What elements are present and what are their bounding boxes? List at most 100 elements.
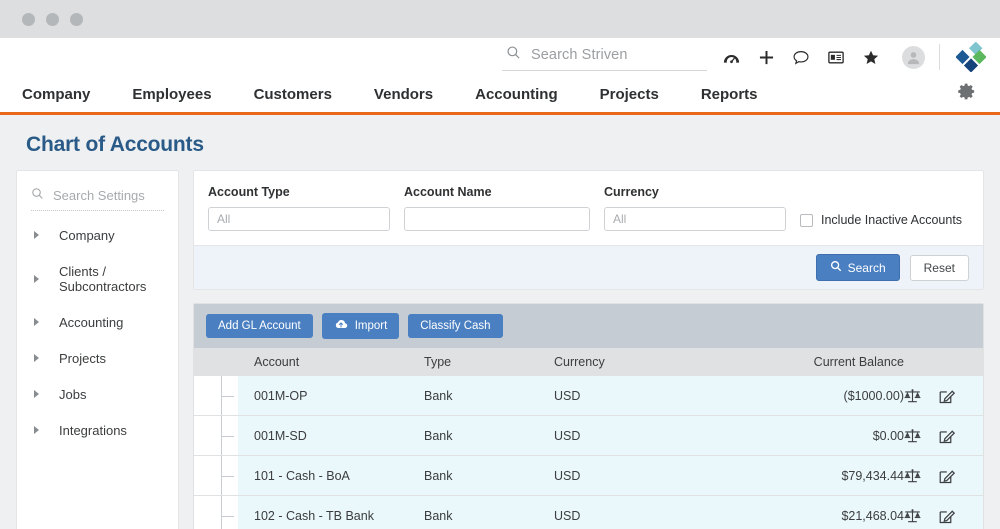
nav-item-projects[interactable]: Projects: [579, 86, 680, 103]
chat-icon[interactable]: [793, 50, 809, 65]
window-maximize-button[interactable]: [70, 12, 83, 26]
edit-icon[interactable]: [939, 468, 955, 484]
sidebar-item-clients-subcontractors[interactable]: Clients / Subcontractors: [17, 253, 178, 304]
edit-icon[interactable]: [939, 388, 955, 404]
sidebar-item-label: Projects: [59, 350, 106, 366]
top-utility-bar: Search Striven: [0, 38, 1000, 76]
sidebar-item-label: Integrations: [59, 422, 127, 438]
nav-item-vendors[interactable]: Vendors: [353, 86, 454, 103]
edit-icon[interactable]: [939, 428, 955, 444]
search-icon: [31, 187, 44, 203]
account-name-field: Account Name: [404, 185, 590, 231]
global-search[interactable]: Search Striven: [502, 43, 707, 71]
add-icon[interactable]: [759, 50, 774, 65]
column-header-current-balance[interactable]: Current Balance: [704, 355, 904, 369]
account-type-label: Account Type: [208, 185, 290, 199]
filter-panel: Account Type Account Name Currency Inclu…: [193, 170, 984, 290]
filter-fields-row: Account Type Account Name Currency Inclu…: [194, 171, 983, 245]
chevron-right-icon: [34, 274, 39, 283]
cell-type: Bank: [424, 468, 453, 483]
favorites-icon[interactable]: [863, 50, 879, 65]
cell-currency: USD: [554, 468, 581, 483]
striven-logo[interactable]: [955, 41, 987, 73]
add-gl-account-button[interactable]: Add GL Account: [206, 314, 313, 338]
classify-cash-label: Classify Cash: [420, 320, 491, 332]
search-icon: [830, 260, 842, 275]
cell-type: Bank: [424, 508, 453, 523]
search-button[interactable]: Search: [815, 254, 900, 281]
top-icon-group: [723, 45, 925, 69]
column-header-type[interactable]: Type: [424, 355, 554, 369]
sidebar-search[interactable]: Search Settings: [31, 187, 164, 211]
balance-scale-icon[interactable]: [904, 508, 921, 524]
tree-gutter: [194, 376, 238, 415]
sidebar-item-projects[interactable]: Projects: [17, 340, 178, 376]
gear-icon[interactable]: [957, 82, 976, 106]
balance-scale-icon[interactable]: [904, 428, 921, 444]
sidebar-item-integrations[interactable]: Integrations: [17, 412, 178, 448]
chevron-right-icon: [34, 231, 39, 239]
cell-actions: [904, 428, 983, 444]
account-type-field: Account Type: [208, 185, 390, 231]
window-close-button[interactable]: [22, 12, 35, 26]
cell-currency: USD: [554, 428, 581, 443]
balance-scale-icon[interactable]: [904, 388, 921, 404]
sidebar-item-jobs[interactable]: Jobs: [17, 376, 178, 412]
table-row[interactable]: 001M-OP Bank USD ($1000.00): [194, 376, 983, 416]
include-inactive-accounts-row[interactable]: Include Inactive Accounts: [800, 213, 962, 231]
balance-scale-icon[interactable]: [904, 468, 921, 484]
include-inactive-accounts-checkbox[interactable]: [800, 213, 813, 227]
divider: [939, 44, 940, 70]
card-icon[interactable]: [828, 51, 844, 64]
account-type-input[interactable]: [208, 207, 390, 231]
cell-current-balance: $0.00: [872, 428, 904, 443]
edit-icon[interactable]: [939, 508, 955, 524]
nav-item-employees[interactable]: Employees: [111, 86, 232, 103]
import-button[interactable]: Import: [321, 313, 400, 339]
dashboard-icon[interactable]: [723, 50, 740, 65]
window-titlebar: [0, 0, 1000, 38]
sidebar-item-label: Clients / Subcontractors: [59, 263, 147, 294]
table-row[interactable]: 102 - Cash - TB Bank Bank USD $21,468.04: [194, 496, 983, 529]
table-body: 001M-OP Bank USD ($1000.00) 001M-SD Bank USD $0…: [194, 376, 983, 529]
nav-item-reports[interactable]: Reports: [680, 86, 779, 103]
search-button-label: Search: [847, 260, 886, 275]
avatar[interactable]: [902, 45, 925, 69]
chevron-right-icon: [34, 426, 39, 434]
account-name-input[interactable]: [404, 207, 590, 231]
currency-field: Currency: [604, 185, 786, 231]
cell-actions: [904, 388, 983, 404]
sidebar-item-label: Accounting: [59, 314, 124, 330]
table-header-row: Account Type Currency Current Balance: [194, 348, 983, 376]
tree-gutter: [194, 416, 238, 455]
currency-label: Currency: [604, 185, 659, 199]
currency-input[interactable]: [604, 207, 786, 231]
include-inactive-accounts-label: Include Inactive Accounts: [821, 213, 963, 227]
tree-gutter: [194, 456, 238, 495]
nav-item-customers[interactable]: Customers: [233, 86, 353, 103]
column-header-account[interactable]: Account: [194, 355, 424, 369]
table-toolbar: Add GL Account Import Classify Cash: [194, 304, 983, 348]
application-window: Search Striven Company Employees Custome…: [0, 0, 1000, 529]
window-minimize-button[interactable]: [46, 12, 59, 26]
column-header-currency[interactable]: Currency: [554, 355, 704, 369]
main-navigation: Company Employees Customers Vendors Acco…: [0, 76, 1000, 115]
tree-gutter: [194, 496, 238, 529]
table-row[interactable]: 001M-SD Bank USD $0.00: [194, 416, 983, 456]
global-search-input[interactable]: Search Striven: [531, 47, 628, 63]
chevron-right-icon: [34, 354, 39, 362]
cell-currency: USD: [554, 388, 581, 403]
sidebar-item-company[interactable]: Company: [17, 217, 178, 253]
add-gl-account-label: Add GL Account: [218, 320, 301, 332]
cell-currency: USD: [554, 508, 581, 523]
sidebar-item-accounting[interactable]: Accounting: [17, 304, 178, 340]
sidebar-search-input[interactable]: Search Settings: [53, 188, 145, 203]
nav-item-company[interactable]: Company: [22, 86, 111, 103]
table-row[interactable]: 101 - Cash - BoA Bank USD $79,434.44: [194, 456, 983, 496]
cell-current-balance: $79,434.44: [841, 468, 904, 483]
cell-type: Bank: [424, 388, 453, 403]
page-body: Search Settings Company Clients / Subcon…: [0, 170, 1000, 529]
classify-cash-button[interactable]: Classify Cash: [408, 314, 503, 338]
nav-item-accounting[interactable]: Accounting: [454, 86, 579, 103]
reset-button[interactable]: Reset: [909, 254, 969, 281]
